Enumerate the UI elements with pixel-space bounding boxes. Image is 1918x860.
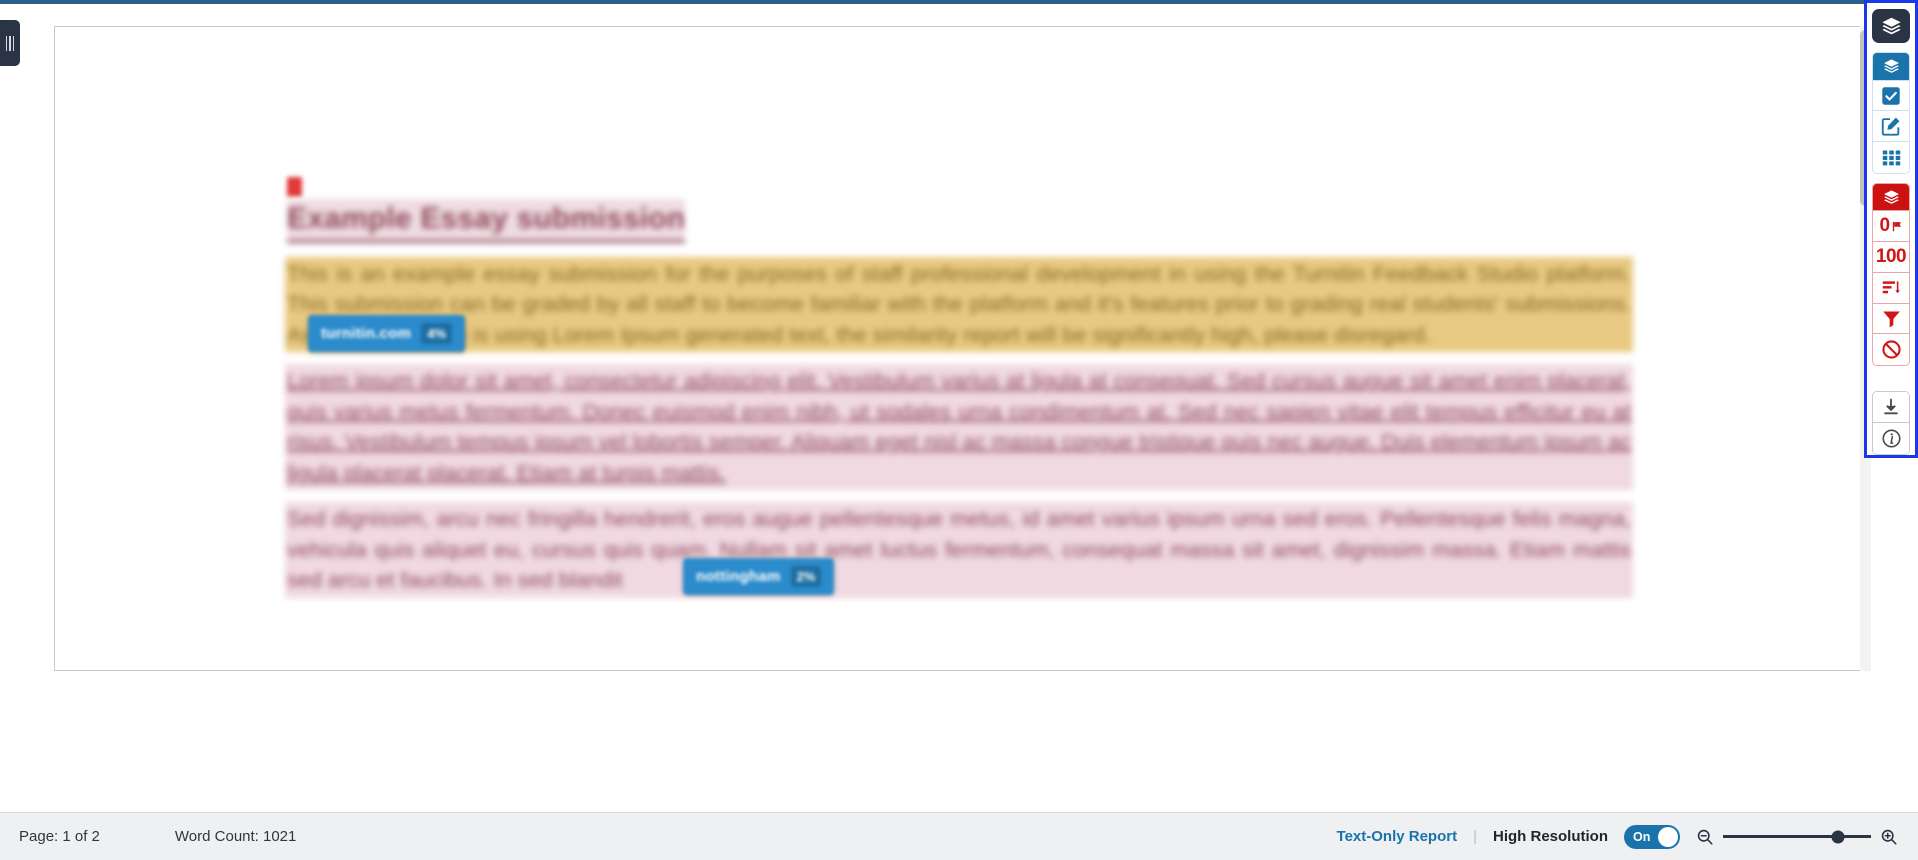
zoom-slider-thumb[interactable] [1831,830,1845,843]
match-badge-2[interactable]: nottingham 2% [683,558,835,595]
word-count: Word Count: 1021 [174,828,297,845]
toggle-state-label: On [1633,829,1651,844]
match-percent: 4% [421,323,453,344]
sort-descending-icon [1881,277,1902,298]
block-icon [1881,339,1902,360]
sidebar-item-excluded-sources[interactable] [1873,334,1909,366]
text-only-report-link[interactable]: Text-Only Report [1337,828,1458,845]
similarity-report-viewer: Example Essay submission This is an exam… [0,0,1918,860]
sidebar-red-group: 0 100 [1872,182,1910,367]
high-resolution-label: High Resolution [1493,828,1608,845]
sidebar-item-rubric[interactable] [1873,142,1909,173]
paragraph-1: This is an example essay submission for … [287,258,1631,351]
zoom-slider-track[interactable] [1723,830,1871,843]
paragraph-3: Sed dignissim, arcu nec fringilla hendre… [287,504,1631,596]
layers-icon [1883,58,1900,75]
flagged-count-value: 0 [1879,215,1890,237]
match-badge-1[interactable]: turnitin.com 4% [308,315,466,352]
status-bar: Page: 1 of 2 Word Count: 1021 Text-Only … [0,812,1918,860]
layers-icon [1883,189,1900,206]
sidebar-item-sort-sources[interactable] [1873,272,1909,304]
flagged-count-wrap: 0 [1879,215,1902,237]
status-bar-right: Text-Only Report | High Resolution On [1337,824,1898,849]
match-source-name: nottingham [696,568,781,585]
document-title-wrap: Example Essay submission [287,175,1631,243]
info-circle-icon [1881,428,1902,449]
flag-icon [1891,220,1903,233]
funnel-icon [1881,308,1902,329]
sidebar-main-toggle[interactable] [1872,9,1910,44]
zoom-in-icon[interactable] [1880,828,1898,846]
pencil-square-icon [1880,115,1902,137]
match-percent: 2% [790,566,822,587]
checkbox-icon [1880,85,1902,107]
toggle-knob [1658,826,1678,847]
zoom-control [1696,828,1898,846]
document-viewport[interactable]: Example Essay submission This is an exam… [54,26,1864,671]
layers-stack-icon [1881,16,1902,37]
sidebar-blue-group [1872,52,1910,174]
similarity-score-value: 100 [1875,245,1907,267]
sidebar-bottom-group [1872,391,1910,455]
zoom-out-icon[interactable] [1696,828,1714,846]
status-divider: | [1473,828,1477,845]
grid-icon [1881,147,1902,168]
tool-sidebar: 0 100 [1864,0,1918,458]
match-source-name: turnitin.com [321,325,412,342]
high-resolution-toggle[interactable]: On [1624,824,1680,849]
sidebar-item-similarity-score[interactable]: 100 [1873,242,1909,273]
grip-handle-icon [5,35,15,51]
sidebar-item-similarity-toggle[interactable] [1873,183,1909,212]
sidebar-item-filter-sources[interactable] [1873,303,1909,335]
top-accent-bar [0,0,1918,4]
sidebar-item-flagged-count[interactable]: 0 [1873,211,1909,242]
sources-panel-toggle[interactable] [0,20,20,66]
sidebar-item-feedback[interactable] [1873,111,1909,143]
sidebar-item-submission-info[interactable] [1873,423,1909,454]
download-icon [1881,397,1901,417]
sidebar-item-download[interactable] [1873,392,1909,424]
page-indicator: Page: 1 of 2 [19,828,100,845]
paragraph-2: Lorem ipsum dolor sit amet, consectetur … [287,366,1631,489]
sidebar-item-similarity-layers[interactable] [1873,53,1909,81]
sidebar-item-grademark[interactable] [1873,80,1909,112]
page-title: Example Essay submission [287,199,686,243]
